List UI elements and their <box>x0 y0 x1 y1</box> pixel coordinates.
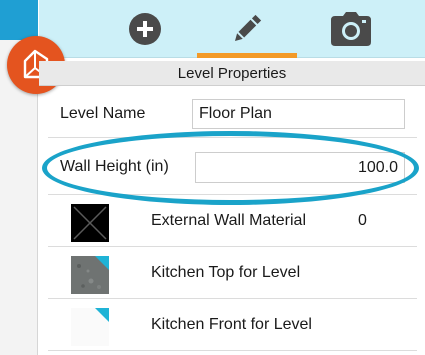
material-row[interactable]: External Wall Material 0 <box>48 195 417 247</box>
camera-button[interactable] <box>323 0 379 58</box>
level-name-label: Level Name <box>60 105 146 122</box>
pencil-icon <box>234 14 262 42</box>
level-name-value: Floor Plan <box>199 105 272 122</box>
toolbar <box>39 0 425 58</box>
material-label: Kitchen Front for Level <box>151 316 312 333</box>
wall-height-value: 100.0 <box>357 158 398 176</box>
panel-title: Level Properties <box>39 61 425 86</box>
black-x-swatch <box>71 204 109 242</box>
add-button[interactable] <box>117 0 173 58</box>
material-value: 0 <box>358 212 367 229</box>
sidebar-accent <box>0 0 38 40</box>
level-name-row: Level Name Floor Plan <box>48 91 417 138</box>
material-label: External Wall Material <box>151 212 307 229</box>
material-row[interactable]: Kitchen Front for Level <box>48 299 417 351</box>
material-label: Kitchen Top for Level <box>151 264 301 281</box>
wall-height-input[interactable]: 100.0 <box>195 152 405 183</box>
white-swatch <box>71 308 109 346</box>
edit-button[interactable] <box>197 0 297 58</box>
granite-swatch <box>71 256 109 294</box>
camera-icon <box>331 12 371 46</box>
wall-height-label: Wall Height (in) <box>60 158 169 175</box>
level-name-input[interactable]: Floor Plan <box>192 99 405 129</box>
wall-height-row: Wall Height (in) 100.0 <box>48 138 417 195</box>
add-icon <box>129 13 161 45</box>
material-row[interactable]: Kitchen Top for Level <box>48 247 417 299</box>
panel-title-text: Level Properties <box>177 64 287 82</box>
